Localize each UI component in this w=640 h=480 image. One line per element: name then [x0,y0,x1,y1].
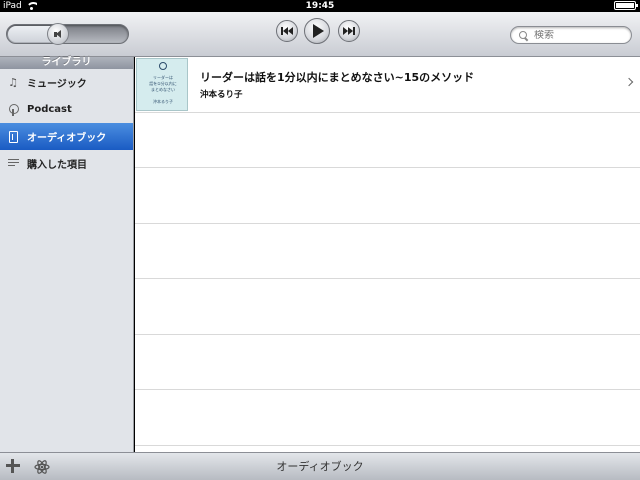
status-time: 19:45 [305,1,335,11]
bottom-toolbar: オーディオブック [0,452,640,480]
speaker-icon [54,30,64,39]
sidebar-item-label: Podcast [27,104,72,115]
book-title: リーダーは話を1分以内にまとめなさい~15のメソッド [200,70,475,84]
podcast-icon [6,103,20,117]
library-sidebar: ライブラリ ♫ ミュージック Podcast オーディオブック 購入した項目 [0,57,134,452]
fast-forward-icon [343,27,355,35]
play-button[interactable] [304,18,330,44]
previous-track-button[interactable] [276,20,298,42]
audiobook-list: リーダーは 話を①分以内に まとめなさい 沖本るり子 リーダーは話を1分以内にま… [135,57,640,452]
top-toolbar [0,12,640,61]
chevron-right-icon [624,77,634,87]
sidebar-item-music[interactable]: ♫ ミュージック [0,69,133,96]
empty-row [135,335,640,390]
rewind-icon [281,27,293,35]
search-input[interactable] [534,29,624,41]
sidebar-header: ライブラリ [0,57,133,69]
battery-icon [614,1,638,10]
clock-icon [159,61,167,70]
list-item[interactable]: リーダーは 話を①分以内に まとめなさい 沖本るり子 リーダーは話を1分以内にま… [135,57,640,113]
music-note-icon: ♫ [8,76,18,89]
search-icon [519,30,528,40]
purchased-list-icon [6,157,20,171]
sidebar-item-purchased[interactable]: 購入した項目 [0,150,133,177]
audiobook-icon [6,130,20,144]
status-bar: iPad 19:45 [0,0,640,12]
volume-slider[interactable] [6,23,129,45]
empty-row [135,113,640,168]
empty-row [135,390,640,446]
sidebar-item-label: オーディオブック [27,133,107,144]
sidebar-item-label: ミュージック [27,79,87,90]
play-icon [313,24,324,38]
bottom-title: オーディオブック [276,460,364,473]
book-cover-image: リーダーは 話を①分以内に まとめなさい 沖本るり子 [136,57,188,111]
empty-row [135,168,640,224]
empty-row [135,279,640,335]
sidebar-item-podcast[interactable]: Podcast [0,96,133,123]
volume-knob[interactable] [47,23,69,45]
search-field[interactable] [510,26,632,44]
sidebar-item-label: 購入した項目 [27,160,87,171]
next-track-button[interactable] [338,20,360,42]
book-author: 沖本るり子 [200,89,243,100]
empty-row [135,224,640,279]
sidebar-item-audiobooks[interactable]: オーディオブック [0,123,133,150]
